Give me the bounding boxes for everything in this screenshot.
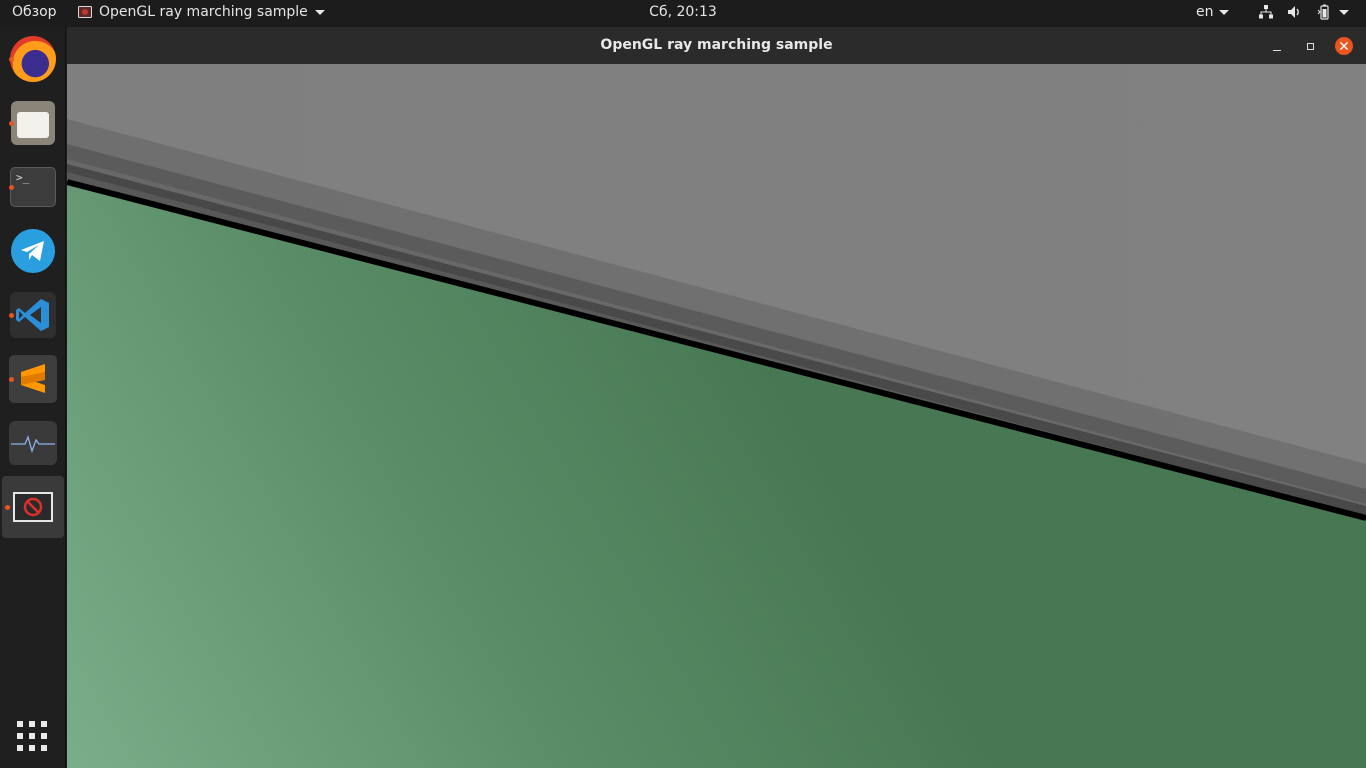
running-indicator <box>9 185 14 190</box>
dock-item-vscode[interactable] <box>6 288 60 342</box>
close-icon <box>1339 41 1349 51</box>
window-title: OpenGL ray marching sample <box>600 37 833 53</box>
show-applications-button[interactable] <box>14 718 50 754</box>
dock: >_ <box>0 27 66 768</box>
grid-dot <box>41 745 47 751</box>
dock-item-terminal[interactable]: >_ <box>6 160 60 214</box>
app-menu-label: OpenGL ray marching sample <box>99 4 308 20</box>
grid-dot <box>41 733 47 739</box>
app-window-icon <box>78 6 92 18</box>
dock-item-files[interactable] <box>6 96 60 150</box>
grid-dot <box>29 733 35 739</box>
language-label: en <box>1196 4 1214 20</box>
minimize-button[interactable] <box>1268 37 1286 55</box>
telegram-icon <box>11 229 55 273</box>
vscode-icon <box>10 292 56 338</box>
dock-item-opengl-sample[interactable] <box>2 476 64 538</box>
render-canvas[interactable] <box>67 64 1366 768</box>
maximize-icon <box>1306 42 1314 50</box>
chevron-down-icon <box>314 9 325 15</box>
maximize-button[interactable] <box>1301 37 1319 55</box>
language-indicator[interactable]: en <box>1196 4 1229 20</box>
ray-marched-scene <box>67 119 1366 768</box>
grid-dot <box>17 721 23 727</box>
running-indicator <box>9 121 14 126</box>
grid-dot <box>29 745 35 751</box>
dock-item-firefox[interactable] <box>6 32 60 86</box>
volume-icon[interactable] <box>1287 5 1301 19</box>
sublime-text-icon <box>9 355 57 403</box>
window-titlebar[interactable]: OpenGL ray marching sample <box>67 27 1366 64</box>
grid-dot <box>17 745 23 751</box>
dock-item-system-monitor[interactable] <box>6 416 60 470</box>
ground-plane <box>67 184 1366 768</box>
terminal-icon: >_ <box>10 167 56 207</box>
activities-button[interactable]: Обзор <box>12 4 57 20</box>
running-indicator <box>5 505 10 510</box>
close-button[interactable] <box>1335 37 1353 55</box>
clock[interactable]: Сб, 20:13 <box>649 4 717 20</box>
running-indicator <box>9 313 14 318</box>
running-indicator <box>9 57 14 62</box>
app-menu[interactable]: OpenGL ray marching sample <box>78 4 325 20</box>
top-bar: Обзор OpenGL ray marching sample Сб, 20:… <box>0 0 1366 27</box>
app-window: OpenGL ray marching sample <box>67 27 1366 768</box>
dock-item-telegram[interactable] <box>6 224 60 278</box>
dock-item-sublime[interactable] <box>6 352 60 406</box>
network-icon[interactable] <box>1259 5 1273 19</box>
firefox-icon <box>10 36 56 82</box>
chevron-down-icon <box>1218 9 1229 15</box>
battery-icon[interactable] <box>1316 4 1332 20</box>
grid-dot <box>17 733 23 739</box>
system-monitor-icon <box>9 421 57 465</box>
running-indicator <box>9 377 14 382</box>
files-icon <box>11 101 55 145</box>
minimize-icon <box>1273 49 1281 51</box>
grid-dot <box>29 721 35 727</box>
system-menu-chevron-icon[interactable] <box>1339 10 1349 15</box>
grid-dot <box>41 721 47 727</box>
opengl-app-icon <box>13 492 53 522</box>
